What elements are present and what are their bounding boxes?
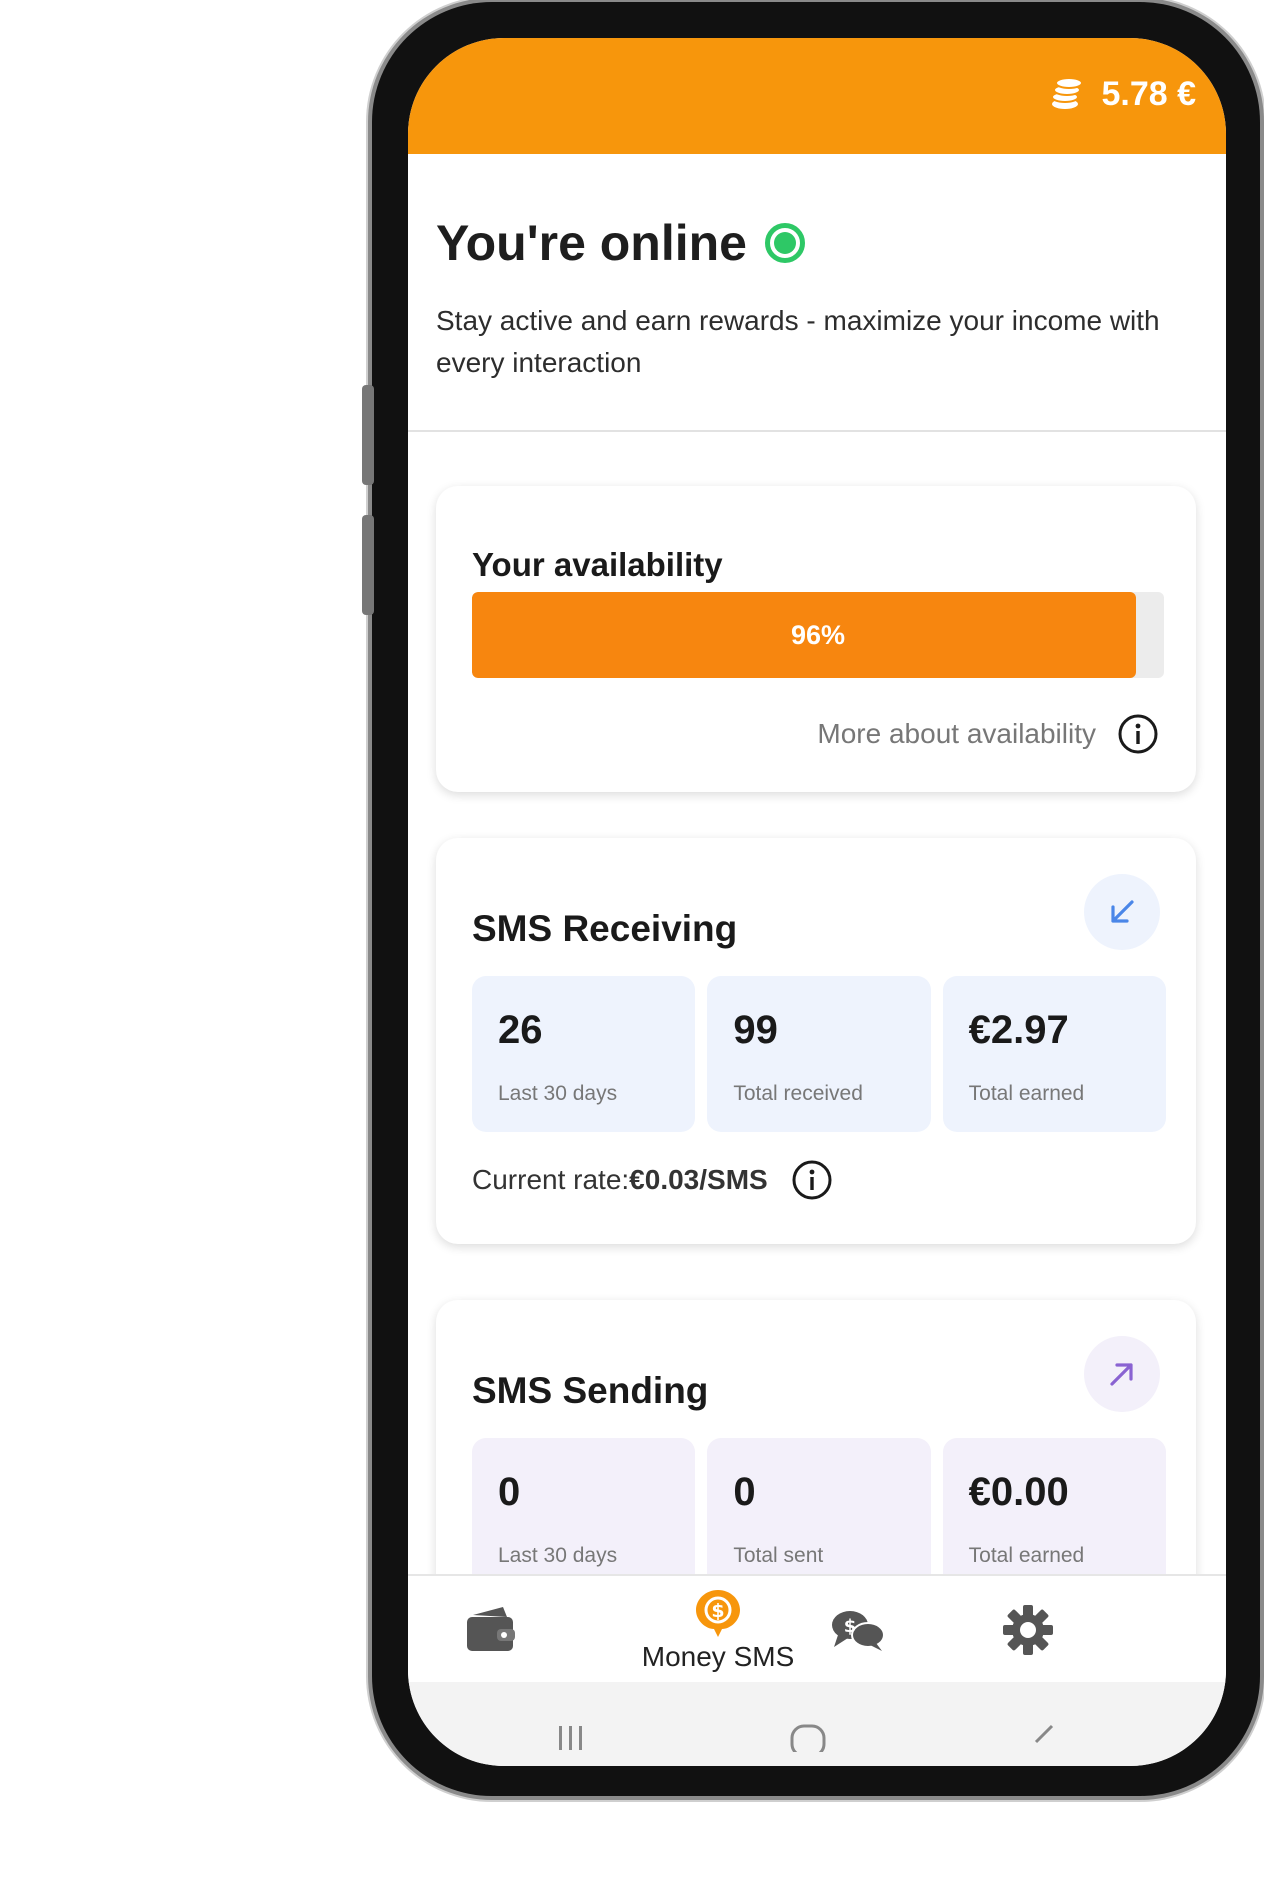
- settings-gear-icon: [1003, 1605, 1053, 1655]
- stat-label: Total earned: [968, 1082, 1085, 1105]
- volume-up-button: [362, 385, 374, 485]
- stat-value: 26: [498, 1008, 543, 1052]
- nav-money-sms-label: Money SMS: [641, 1641, 795, 1672]
- receiving-stats: 26 Last 30 days 99 Total received €2.97 …: [472, 976, 1166, 1132]
- chat-money-icon: $: [832, 1611, 885, 1651]
- svg-text:$: $: [844, 1616, 857, 1637]
- stat-label: Total earned: [968, 1544, 1085, 1567]
- balance-amount: 5.78 €: [1101, 74, 1196, 113]
- stat-label: Total sent: [733, 1544, 824, 1567]
- availability-percent: 96%: [790, 619, 846, 650]
- stat-total-received: 99 Total received: [707, 976, 931, 1132]
- home-icon[interactable]: [788, 1722, 828, 1752]
- current-rate-value: €0.03/SMS: [629, 1164, 768, 1195]
- stat-total-earned: €2.97 Total earned: [942, 976, 1166, 1132]
- stat-last-30-days: 26 Last 30 days: [472, 976, 696, 1132]
- nav-chat-money[interactable]: $: [808, 1576, 908, 1684]
- money-sms-icon: $: [696, 1590, 740, 1637]
- divider: [408, 430, 1226, 432]
- current-rate-prefix: Current rate:: [472, 1164, 630, 1195]
- coins-icon: [1051, 77, 1084, 109]
- info-icon[interactable]: [1116, 712, 1160, 756]
- back-icon[interactable]: [1028, 1722, 1058, 1752]
- volume-down-button: [362, 515, 374, 615]
- online-title: You're online: [436, 215, 747, 271]
- availability-progress-bar: 96%: [472, 592, 1164, 678]
- nav-money-sms[interactable]: $ Money SMS: [618, 1576, 818, 1684]
- balance-display[interactable]: 5.78 €: [1047, 74, 1196, 114]
- more-about-availability-link[interactable]: More about availability: [817, 712, 1160, 756]
- arrow-up-right-icon: [1110, 1363, 1133, 1386]
- receive-arrow-badge: [1084, 874, 1160, 950]
- stat-label: Total received: [733, 1082, 863, 1105]
- stat-value: 0: [498, 1470, 521, 1514]
- system-nav-bar: [408, 1682, 1226, 1766]
- online-status-dot-icon: [765, 223, 805, 263]
- phone-screen: 5.78 € You're online Stay active and ear…: [408, 38, 1226, 1766]
- recent-apps-icon[interactable]: [554, 1722, 588, 1752]
- sms-receiving-title: SMS Receiving: [472, 908, 738, 949]
- stat-value: €0.00: [968, 1470, 1069, 1514]
- current-rate-row: Current rate:€0.03/SMS: [472, 1158, 834, 1202]
- more-about-availability-label: More about availability: [817, 718, 1096, 749]
- availability-card: Your availability 96% More about availab…: [436, 486, 1196, 792]
- stat-total-sent: 0 Total sent: [707, 1438, 931, 1594]
- nav-settings[interactable]: [978, 1576, 1078, 1684]
- wallet-icon: [467, 1607, 515, 1651]
- stat-label: Last 30 days: [498, 1544, 618, 1567]
- top-bar: 5.78 €: [408, 38, 1226, 154]
- current-rate: Current rate:€0.03/SMS: [472, 1164, 768, 1196]
- svg-text:$: $: [711, 1600, 724, 1622]
- stat-last-30-days: 0 Last 30 days: [472, 1438, 696, 1594]
- bottom-nav: $ Money SMS $: [408, 1574, 1226, 1684]
- stat-label: Last 30 days: [498, 1082, 618, 1105]
- info-icon[interactable]: [790, 1158, 834, 1202]
- stat-value: 99: [733, 1008, 778, 1052]
- sms-sending-title: SMS Sending: [472, 1370, 709, 1411]
- online-subtitle: Stay active and earn rewards - maximize …: [436, 305, 1160, 378]
- sending-stats: 0 Last 30 days 0 Total sent €0.00 Total …: [472, 1438, 1166, 1594]
- stat-value: 0: [733, 1470, 756, 1514]
- availability-title: Your availability: [472, 546, 723, 583]
- sms-receiving-card: SMS Receiving 26 Last 30 days 99 Total r…: [436, 838, 1196, 1244]
- stat-total-earned: €0.00 Total earned: [942, 1438, 1166, 1594]
- send-arrow-badge: [1084, 1336, 1160, 1412]
- stat-value: €2.97: [968, 1008, 1069, 1052]
- arrow-down-left-icon: [1111, 900, 1134, 923]
- online-status: You're online: [436, 214, 805, 272]
- nav-wallet[interactable]: [456, 1576, 526, 1684]
